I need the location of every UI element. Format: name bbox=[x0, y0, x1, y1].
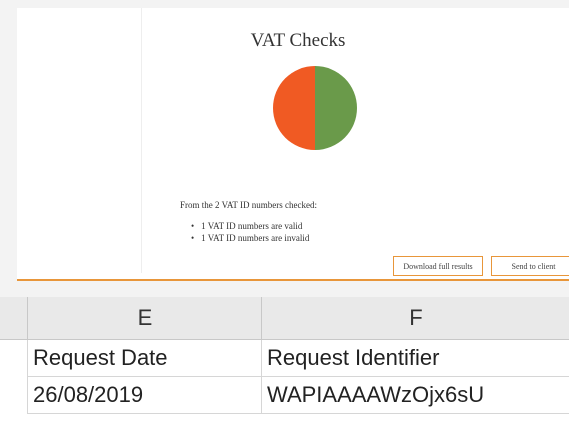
accent-rule bbox=[17, 279, 569, 281]
column-header-f[interactable]: F bbox=[261, 297, 569, 339]
column-header-row: E F bbox=[0, 297, 569, 340]
spreadsheet: E F Request Date Request Identifier 26/0… bbox=[0, 297, 569, 426]
row-header[interactable] bbox=[0, 340, 27, 377]
cell-request-identifier[interactable]: WAPIAAAAWzOjx6sU bbox=[261, 377, 569, 414]
download-full-results-button[interactable]: Download full results bbox=[393, 256, 483, 276]
pie-slice-valid bbox=[315, 66, 357, 150]
summary-text: From the 2 VAT ID numbers checked: bbox=[180, 200, 317, 210]
cell-request-date[interactable]: 26/08/2019 bbox=[27, 377, 261, 414]
vat-report-panel: VAT Checks From the 2 VAT ID numbers che… bbox=[17, 8, 569, 281]
result-invalid: 1 VAT ID numbers are invalid bbox=[191, 232, 309, 244]
column-header-e[interactable]: E bbox=[27, 297, 262, 339]
send-to-client-button[interactable]: Send to client bbox=[491, 256, 569, 276]
results-list: 1 VAT ID numbers are valid 1 VAT ID numb… bbox=[191, 220, 309, 244]
cell-f-header[interactable]: Request Identifier bbox=[261, 340, 569, 377]
chart-title: VAT Checks bbox=[250, 30, 346, 51]
result-valid: 1 VAT ID numbers are valid bbox=[191, 220, 309, 232]
cell-e-header[interactable]: Request Date bbox=[27, 340, 261, 377]
row-header[interactable] bbox=[0, 377, 27, 414]
vat-pie-chart bbox=[273, 66, 357, 150]
pie-slice-invalid bbox=[273, 66, 315, 150]
